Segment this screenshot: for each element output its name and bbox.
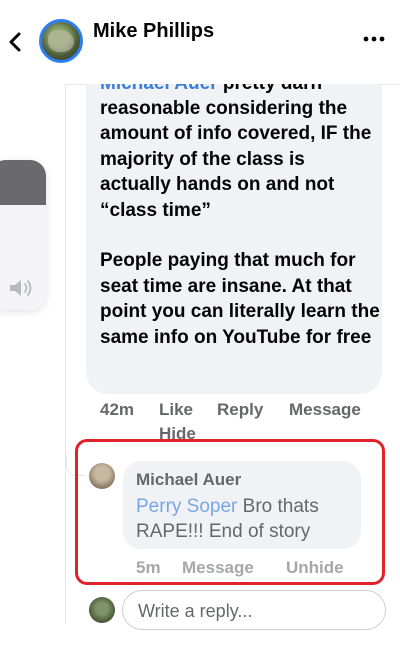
like-button[interactable]: Like [159,400,193,420]
volume-indicator[interactable] [0,160,46,310]
more-options-icon[interactable] [362,33,386,45]
conversation-header: Mike Phillips [0,0,400,84]
current-user-avatar [89,597,115,623]
comment-bubble[interactable]: Michael Auer pretty darn reasonable cons… [86,84,382,394]
reply-composer[interactable] [122,590,386,630]
highlight-annotation [75,439,385,585]
volume-level-fill [0,160,46,205]
comment-time: 42m [100,400,135,419]
reply-button[interactable]: Reply [217,400,263,420]
comment-first-line-text: pretty darn [218,84,322,94]
profile-name[interactable]: Mike Phillips [93,20,214,43]
speaker-icon [10,280,32,296]
comment-mention[interactable]: Michael Auer [100,84,218,94]
thread-line [65,84,66,624]
message-button[interactable]: Message [289,400,361,420]
back-chevron-icon[interactable] [4,28,26,56]
reply-input[interactable] [136,599,376,623]
comment-body: reasonable considering the amount of inf… [100,98,380,348]
profile-avatar[interactable] [39,19,83,63]
